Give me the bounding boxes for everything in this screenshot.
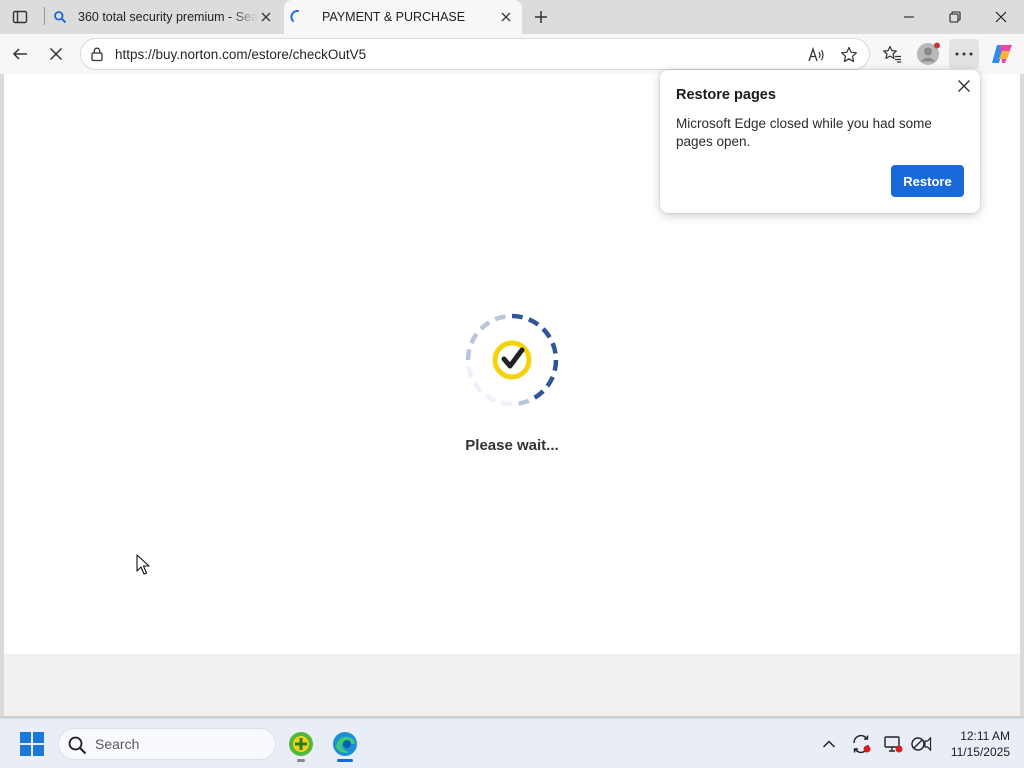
- app-running-indicator: [297, 759, 305, 762]
- back-arrow-icon: [12, 48, 27, 60]
- restore-pages-popup: Restore pages Microsoft Edge closed whil…: [660, 70, 980, 213]
- favorite-star-icon[interactable]: [839, 45, 859, 65]
- show-hidden-icons-button[interactable]: [815, 729, 843, 759]
- spinner-dash: [550, 342, 558, 354]
- 360-security-icon: [289, 732, 313, 756]
- taskbar-search[interactable]: Search: [58, 728, 276, 760]
- close-popup-button[interactable]: [954, 76, 974, 96]
- new-tab-button[interactable]: [528, 4, 554, 30]
- address-bar[interactable]: https://buy.norton.com/estore/checkOutV5: [80, 38, 870, 70]
- spinner-dash: [533, 389, 545, 400]
- tab-strip: 360 total security premium - Sear PAYMEN…: [0, 0, 1024, 34]
- loading-spinner: [465, 313, 559, 407]
- windows-logo-icon: [20, 732, 44, 756]
- spinner-dash: [472, 381, 483, 393]
- close-icon: [958, 80, 970, 92]
- taskbar-app-edge[interactable]: [325, 724, 365, 764]
- search-icon: [68, 736, 87, 755]
- spinner-dash: [545, 375, 555, 388]
- spinner-dash: [484, 393, 497, 403]
- profile-button[interactable]: [913, 39, 943, 69]
- close-tab-icon[interactable]: [498, 9, 514, 25]
- clock-date: 11/15/2025: [950, 745, 1010, 759]
- close-window-button[interactable]: [978, 0, 1024, 34]
- taskbar-app-360-total-security[interactable]: [281, 724, 321, 764]
- mouse-cursor-icon: [136, 554, 150, 575]
- spinner-dash: [466, 366, 474, 378]
- tab-actions-button[interactable]: [6, 4, 34, 30]
- clock-time: 12:11 AM: [960, 729, 1010, 743]
- plus-icon: [535, 11, 547, 23]
- spinner-dash: [527, 317, 540, 327]
- more-dots-icon: [955, 52, 973, 56]
- start-button[interactable]: [14, 727, 50, 761]
- tray-display-app[interactable]: [879, 729, 907, 759]
- tab-payment-purchase[interactable]: PAYMENT & PURCHASE: [284, 0, 522, 34]
- minimize-icon: [904, 16, 914, 18]
- favorites-list-icon: [883, 45, 901, 63]
- loading-message: Please wait...: [465, 437, 559, 454]
- restore-button[interactable]: Restore: [891, 165, 964, 197]
- spinner-dash: [494, 314, 506, 322]
- tab-search-360[interactable]: 360 total security premium - Sear: [50, 0, 280, 34]
- stop-loading-button[interactable]: [41, 39, 71, 69]
- spinner-dash: [518, 398, 530, 406]
- address-url[interactable]: https://buy.norton.com/estore/checkOutV5: [115, 47, 366, 62]
- copilot-button[interactable]: [987, 39, 1017, 69]
- browser-toolbar: https://buy.norton.com/estore/checkOutV5: [0, 34, 1024, 74]
- popup-title: Restore pages: [676, 87, 776, 103]
- tray-network-volume[interactable]: [907, 729, 935, 759]
- app-active-indicator: [337, 759, 353, 762]
- loading-spinner-icon: [290, 9, 306, 25]
- spinner-dash: [465, 348, 472, 361]
- stop-icon: [49, 47, 63, 61]
- search-placeholder: Search: [95, 736, 140, 752]
- restore-window-icon: [949, 11, 961, 23]
- back-button[interactable]: [5, 39, 35, 69]
- system-clock[interactable]: 12:11 AM 11/15/2025: [940, 728, 1010, 760]
- sync-icon: [853, 734, 871, 754]
- settings-and-more-button[interactable]: [949, 39, 979, 69]
- spinner-dash: [511, 313, 524, 320]
- tray-sync-app[interactable]: [847, 729, 875, 759]
- close-tab-icon[interactable]: [258, 9, 274, 25]
- read-aloud-icon[interactable]: [807, 45, 827, 65]
- spinner-dash: [541, 327, 552, 339]
- tab-title: 360 total security premium - Sear: [78, 10, 258, 24]
- tab-separator: [44, 7, 45, 25]
- chevron-up-icon: [822, 740, 836, 748]
- restore-window-button[interactable]: [932, 0, 978, 34]
- favorites-button[interactable]: [877, 39, 907, 69]
- spinner-dash: [479, 320, 491, 331]
- monitor-alert-icon: [884, 736, 903, 753]
- search-icon: [52, 9, 68, 25]
- spinner-dash: [500, 400, 513, 407]
- check-mark-icon: [501, 347, 525, 369]
- network-disconnected-icon: [911, 736, 932, 752]
- close-icon: [995, 11, 1007, 23]
- tab-title: PAYMENT & PURCHASE: [322, 10, 466, 24]
- edge-browser-icon: [333, 732, 357, 756]
- spinner-dash: [469, 332, 479, 345]
- popup-message: Microsoft Edge closed while you had some…: [676, 116, 932, 149]
- avatar-icon: [917, 42, 940, 65]
- tab-actions-icon: [12, 10, 28, 24]
- site-info-icon[interactable]: [89, 46, 105, 62]
- taskbar: Search 12:11 AM 11/15/2025: [0, 718, 1024, 768]
- copilot-icon: [992, 45, 1012, 63]
- page-footer-area: [4, 654, 1020, 716]
- spinner-dash: [552, 359, 559, 372]
- minimize-button[interactable]: [886, 0, 932, 34]
